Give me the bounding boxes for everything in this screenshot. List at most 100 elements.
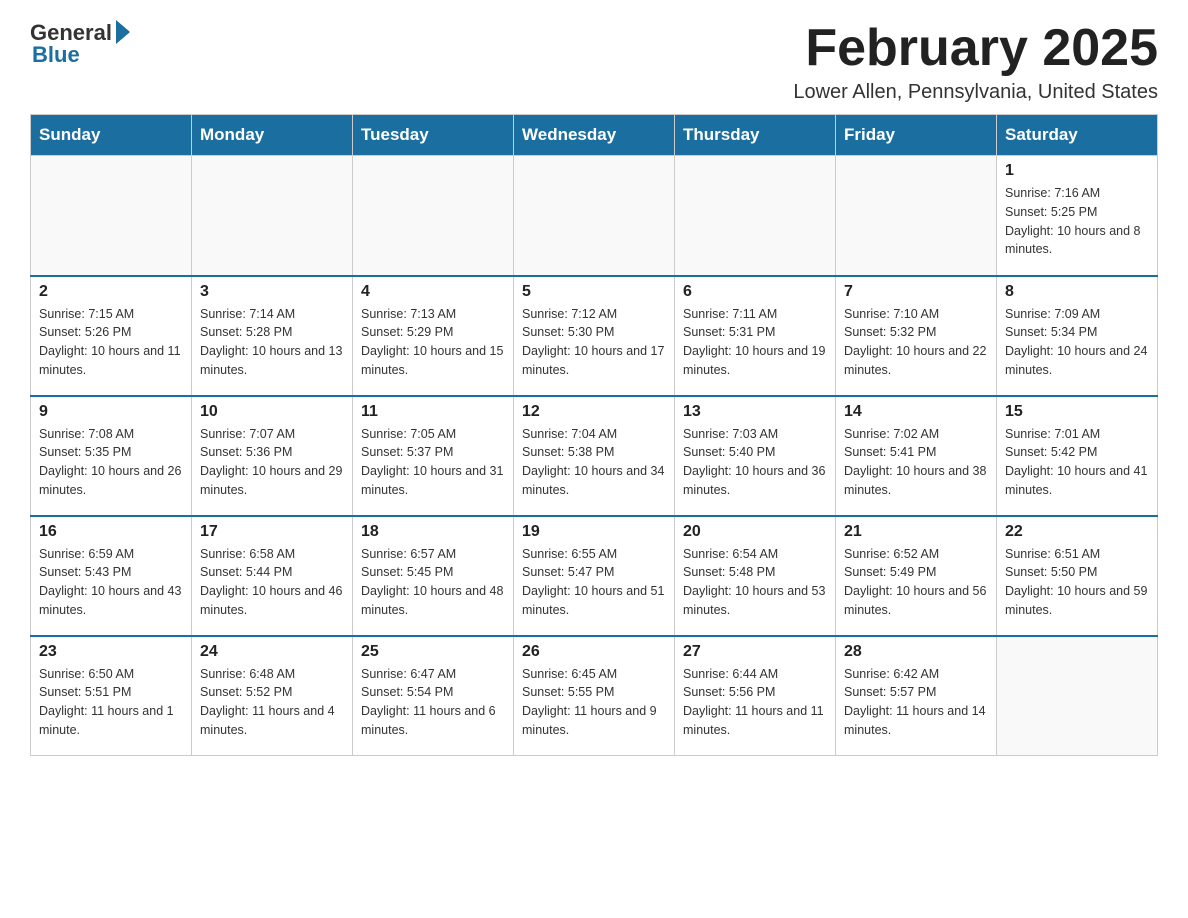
calendar-day-cell	[353, 156, 514, 276]
day-sun-info: Sunrise: 6:55 AMSunset: 5:47 PMDaylight:…	[522, 545, 666, 620]
calendar-day-cell: 24 Sunrise: 6:48 AMSunset: 5:52 PMDayligh…	[192, 636, 353, 756]
calendar-day-cell: 3 Sunrise: 7:14 AMSunset: 5:28 PMDaylight…	[192, 276, 353, 396]
calendar-day-cell: 7 Sunrise: 7:10 AMSunset: 5:32 PMDaylight…	[836, 276, 997, 396]
day-number: 19	[522, 523, 666, 541]
calendar-day-cell	[31, 156, 192, 276]
day-number: 11	[361, 403, 505, 421]
calendar-day-header: Saturday	[997, 115, 1158, 156]
day-number: 15	[1005, 403, 1149, 421]
day-sun-info: Sunrise: 6:54 AMSunset: 5:48 PMDaylight:…	[683, 545, 827, 620]
day-sun-info: Sunrise: 7:08 AMSunset: 5:35 PMDaylight:…	[39, 425, 183, 500]
calendar-day-header: Monday	[192, 115, 353, 156]
calendar-day-cell: 15 Sunrise: 7:01 AMSunset: 5:42 PMDayligh…	[997, 396, 1158, 516]
calendar-day-cell: 13Sunrise: 7:03 AMSunset: 5:40 PMDayligh…	[675, 396, 836, 516]
day-number: 23	[39, 643, 183, 661]
calendar-day-cell: 2Sunrise: 7:15 AMSunset: 5:26 PMDaylight…	[31, 276, 192, 396]
calendar-day-header: Thursday	[675, 115, 836, 156]
day-sun-info: Sunrise: 7:11 AMSunset: 5:31 PMDaylight:…	[683, 305, 827, 380]
calendar-day-cell: 28 Sunrise: 6:42 AMSunset: 5:57 PMDayligh…	[836, 636, 997, 756]
day-sun-info: Sunrise: 6:57 AMSunset: 5:45 PMDaylight:…	[361, 545, 505, 620]
calendar-day-cell: 26Sunrise: 6:45 AMSunset: 5:55 PMDayligh…	[514, 636, 675, 756]
day-sun-info: Sunrise: 7:14 AMSunset: 5:28 PMDaylight:…	[200, 305, 344, 380]
day-sun-info: Sunrise: 6:50 AMSunset: 5:51 PMDaylight:…	[39, 665, 183, 740]
day-sun-info: Sunrise: 6:44 AMSunset: 5:56 PMDaylight:…	[683, 665, 827, 740]
calendar-day-cell: 25 Sunrise: 6:47 AMSunset: 5:54 PMDayligh…	[353, 636, 514, 756]
calendar-day-cell: 23 Sunrise: 6:50 AMSunset: 5:51 PMDayligh…	[31, 636, 192, 756]
calendar-day-cell: 14 Sunrise: 7:02 AMSunset: 5:41 PMDayligh…	[836, 396, 997, 516]
day-sun-info: Sunrise: 6:51 AMSunset: 5:50 PMDaylight:…	[1005, 545, 1149, 620]
day-number: 4	[361, 283, 505, 301]
day-sun-info: Sunrise: 7:02 AMSunset: 5:41 PMDaylight:…	[844, 425, 988, 500]
day-number: 18	[361, 523, 505, 541]
calendar-day-header: Sunday	[31, 115, 192, 156]
calendar-day-cell: 18 Sunrise: 6:57 AMSunset: 5:45 PMDayligh…	[353, 516, 514, 636]
day-number: 28	[844, 643, 988, 661]
calendar-day-cell: 12 Sunrise: 7:04 AMSunset: 5:38 PMDayligh…	[514, 396, 675, 516]
logo-blue-text: Blue	[32, 42, 80, 68]
day-sun-info: Sunrise: 7:10 AMSunset: 5:32 PMDaylight:…	[844, 305, 988, 380]
calendar-day-cell: 10 Sunrise: 7:07 AMSunset: 5:36 PMDayligh…	[192, 396, 353, 516]
day-number: 12	[522, 403, 666, 421]
day-sun-info: Sunrise: 7:15 AMSunset: 5:26 PMDaylight:…	[39, 305, 183, 380]
logo: General Blue	[30, 20, 130, 68]
calendar-day-cell	[836, 156, 997, 276]
title-area: February 2025 Lower Allen, Pennsylvania,…	[793, 20, 1158, 104]
day-sun-info: Sunrise: 6:48 AMSunset: 5:52 PMDaylight:…	[200, 665, 344, 740]
calendar-title: February 2025	[793, 20, 1158, 77]
calendar-day-header: Wednesday	[514, 115, 675, 156]
calendar-day-header: Tuesday	[353, 115, 514, 156]
calendar-day-cell	[675, 156, 836, 276]
calendar-week-row: 16 Sunrise: 6:59 AMSunset: 5:43 PMDayligh…	[31, 516, 1158, 636]
calendar-day-cell: 1 Sunrise: 7:16 AMSunset: 5:25 PMDaylight…	[997, 156, 1158, 276]
day-number: 6	[683, 283, 827, 301]
calendar-day-cell: 5 Sunrise: 7:12 AMSunset: 5:30 PMDaylight…	[514, 276, 675, 396]
day-number: 17	[200, 523, 344, 541]
day-sun-info: Sunrise: 7:04 AMSunset: 5:38 PMDaylight:…	[522, 425, 666, 500]
calendar-day-cell: 22Sunrise: 6:51 AMSunset: 5:50 PMDayligh…	[997, 516, 1158, 636]
calendar-day-cell: 19 Sunrise: 6:55 AMSunset: 5:47 PMDayligh…	[514, 516, 675, 636]
calendar-day-cell: 4 Sunrise: 7:13 AMSunset: 5:29 PMDaylight…	[353, 276, 514, 396]
calendar-header-row: SundayMondayTuesdayWednesdayThursdayFrid…	[31, 115, 1158, 156]
day-sun-info: Sunrise: 7:09 AMSunset: 5:34 PMDaylight:…	[1005, 305, 1149, 380]
day-sun-info: Sunrise: 6:45 AMSunset: 5:55 PMDaylight:…	[522, 665, 666, 740]
calendar-week-row: 23 Sunrise: 6:50 AMSunset: 5:51 PMDayligh…	[31, 636, 1158, 756]
day-sun-info: Sunrise: 6:47 AMSunset: 5:54 PMDaylight:…	[361, 665, 505, 740]
day-sun-info: Sunrise: 7:05 AMSunset: 5:37 PMDaylight:…	[361, 425, 505, 500]
day-sun-info: Sunrise: 7:07 AMSunset: 5:36 PMDaylight:…	[200, 425, 344, 500]
calendar-week-row: 2Sunrise: 7:15 AMSunset: 5:26 PMDaylight…	[31, 276, 1158, 396]
calendar-day-cell: 6 Sunrise: 7:11 AMSunset: 5:31 PMDaylight…	[675, 276, 836, 396]
day-number: 1	[1005, 162, 1149, 180]
day-number: 3	[200, 283, 344, 301]
day-number: 7	[844, 283, 988, 301]
calendar-day-cell	[192, 156, 353, 276]
day-number: 25	[361, 643, 505, 661]
day-number: 8	[1005, 283, 1149, 301]
calendar-day-cell: 20 Sunrise: 6:54 AMSunset: 5:48 PMDayligh…	[675, 516, 836, 636]
logo-arrow-icon	[116, 20, 130, 44]
day-number: 27	[683, 643, 827, 661]
day-number: 20	[683, 523, 827, 541]
calendar-day-cell: 9Sunrise: 7:08 AMSunset: 5:35 PMDaylight…	[31, 396, 192, 516]
calendar-table: SundayMondayTuesdayWednesdayThursdayFrid…	[30, 114, 1158, 756]
day-number: 10	[200, 403, 344, 421]
day-sun-info: Sunrise: 7:12 AMSunset: 5:30 PMDaylight:…	[522, 305, 666, 380]
calendar-day-cell	[997, 636, 1158, 756]
day-sun-info: Sunrise: 6:59 AMSunset: 5:43 PMDaylight:…	[39, 545, 183, 620]
day-sun-info: Sunrise: 7:01 AMSunset: 5:42 PMDaylight:…	[1005, 425, 1149, 500]
calendar-day-cell: 16 Sunrise: 6:59 AMSunset: 5:43 PMDayligh…	[31, 516, 192, 636]
day-number: 16	[39, 523, 183, 541]
page-header: General Blue February 2025 Lower Allen, …	[30, 20, 1158, 104]
day-sun-info: Sunrise: 7:03 AMSunset: 5:40 PMDaylight:…	[683, 425, 827, 500]
calendar-week-row: 1 Sunrise: 7:16 AMSunset: 5:25 PMDaylight…	[31, 156, 1158, 276]
day-sun-info: Sunrise: 7:16 AMSunset: 5:25 PMDaylight:…	[1005, 184, 1149, 259]
day-number: 14	[844, 403, 988, 421]
calendar-day-cell	[514, 156, 675, 276]
calendar-day-cell: 27 Sunrise: 6:44 AMSunset: 5:56 PMDayligh…	[675, 636, 836, 756]
day-number: 24	[200, 643, 344, 661]
calendar-day-cell: 17 Sunrise: 6:58 AMSunset: 5:44 PMDayligh…	[192, 516, 353, 636]
day-number: 21	[844, 523, 988, 541]
day-sun-info: Sunrise: 6:42 AMSunset: 5:57 PMDaylight:…	[844, 665, 988, 740]
day-number: 5	[522, 283, 666, 301]
day-sun-info: Sunrise: 7:13 AMSunset: 5:29 PMDaylight:…	[361, 305, 505, 380]
day-sun-info: Sunrise: 6:58 AMSunset: 5:44 PMDaylight:…	[200, 545, 344, 620]
